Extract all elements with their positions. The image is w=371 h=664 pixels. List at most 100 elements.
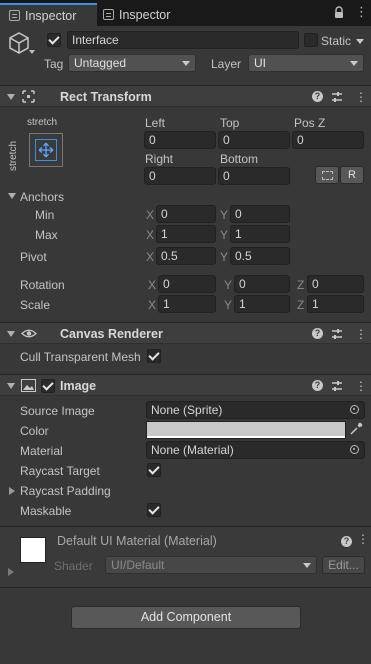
canvas-renderer-header[interactable]: Canvas Renderer ? ⋮ (0, 322, 371, 344)
scale-y-axis: Y (224, 298, 233, 312)
scale-z-input[interactable]: 1 (307, 295, 364, 313)
anchor-presets-button[interactable] (29, 133, 63, 167)
material-field[interactable]: None (Material) (146, 441, 365, 459)
posz-input[interactable]: 0 (292, 131, 364, 149)
component-title: Rect Transform (60, 90, 152, 104)
foldout-arrow-icon[interactable] (7, 94, 15, 100)
min-x-input[interactable]: 0 (156, 205, 216, 223)
pivot-x-input[interactable]: 0.5 (156, 247, 216, 265)
raw-edit-button[interactable]: R (340, 166, 364, 184)
left-label: Left (145, 116, 166, 130)
scale-z-axis: Z (297, 298, 305, 312)
tag-label: Tag (44, 57, 64, 71)
anchor-preset-top-label: stretch (27, 117, 58, 128)
rect-transform-header[interactable]: Rect Transform ? ⋮ (0, 85, 371, 107)
tag-dropdown[interactable]: Untagged (68, 54, 196, 72)
max-y-input[interactable]: 1 (230, 225, 290, 243)
component-menu-icon[interactable]: ⋮ (355, 379, 367, 393)
divider (0, 587, 371, 588)
scale-y-input[interactable]: 1 (234, 295, 290, 313)
rot-y-axis: Y (224, 278, 233, 292)
bottom-input[interactable]: 0 (218, 167, 290, 185)
presets-icon[interactable] (331, 91, 343, 103)
help-icon[interactable]: ? (312, 91, 323, 102)
min-y-axis: Y (220, 208, 229, 222)
object-picker-icon[interactable] (350, 445, 359, 454)
component-menu-icon[interactable]: ⋮ (355, 327, 367, 341)
material-menu-icon[interactable]: ⋮ (357, 532, 369, 546)
maskable-checkbox[interactable] (147, 503, 161, 517)
raycast-padding-label[interactable]: Raycast Padding (20, 484, 111, 498)
image-enabled-checkbox[interactable] (41, 379, 55, 393)
lock-icon[interactable] (334, 6, 344, 19)
inspector-icon (103, 9, 114, 20)
shader-dropdown[interactable]: UI/Default (105, 556, 317, 574)
pivot-x-axis: X (146, 250, 155, 264)
tab-label: Inspector (119, 7, 171, 22)
maskable-label: Maskable (20, 504, 72, 518)
static-dropdown-icon[interactable] (356, 39, 364, 44)
source-image-field[interactable]: None (Sprite) (146, 401, 365, 419)
add-component-button[interactable]: Add Component (71, 606, 301, 629)
gameobject-cube-icon (9, 32, 29, 54)
tab-label: Inspector (25, 8, 77, 23)
raycast-target-label: Raycast Target (20, 464, 100, 478)
layer-dropdown[interactable]: UI (248, 54, 364, 72)
shader-label: Shader (54, 559, 93, 573)
cull-transparent-mesh-checkbox[interactable] (147, 349, 161, 363)
pivot-y-input[interactable]: 0.5 (230, 247, 290, 265)
presets-icon[interactable] (331, 328, 343, 340)
component-title: Canvas Renderer (60, 327, 163, 341)
object-picker-icon[interactable] (350, 405, 359, 414)
eyedropper-icon[interactable] (349, 422, 363, 436)
foldout-arrow-icon[interactable] (7, 383, 15, 389)
help-icon[interactable]: ? (312, 328, 323, 339)
rotation-z-input[interactable]: 0 (307, 275, 364, 293)
color-swatch[interactable] (146, 421, 346, 439)
stretch-arrows-icon (38, 142, 54, 158)
foldout-arrow-icon[interactable] (7, 331, 15, 337)
scale-x-input[interactable]: 1 (158, 295, 216, 313)
image-header[interactable]: Image ? ⋮ (0, 374, 371, 396)
posz-label: Pos Z (294, 116, 326, 130)
image-component-icon (21, 379, 36, 392)
top-label: Top (220, 116, 240, 130)
material-foldout-icon[interactable] (8, 568, 14, 576)
max-x-axis: X (146, 228, 155, 242)
left-input[interactable]: 0 (144, 131, 216, 149)
rotation-x-input[interactable]: 0 (158, 275, 216, 293)
min-y-input[interactable]: 0 (230, 205, 290, 223)
blueprint-icon (322, 171, 333, 180)
max-x-input[interactable]: 1 (156, 225, 216, 243)
layer-label: Layer (211, 57, 242, 71)
help-icon[interactable]: ? (312, 380, 323, 391)
anchors-label: Anchors (20, 190, 65, 204)
eye-icon (21, 329, 37, 338)
material-preview-title: Default UI Material (Material) (57, 534, 217, 548)
bottom-label: Bottom (220, 152, 259, 166)
presets-icon[interactable] (331, 380, 343, 392)
tab-menu-icon[interactable]: ⋮ (355, 4, 368, 20)
rotation-label: Rotation (20, 278, 65, 292)
raycast-padding-foldout-icon[interactable] (9, 487, 15, 495)
right-input[interactable]: 0 (144, 167, 216, 185)
shader-edit-button[interactable]: Edit... (322, 556, 365, 574)
max-y-axis: Y (220, 228, 229, 242)
cull-transparent-mesh-label: Cull Transparent Mesh (20, 350, 141, 364)
raycast-target-checkbox[interactable] (147, 463, 161, 477)
color-label: Color (20, 424, 49, 438)
top-input[interactable]: 0 (218, 131, 290, 149)
tab-inspector-active[interactable]: Inspector (0, 3, 97, 26)
component-menu-icon[interactable]: ⋮ (355, 90, 367, 104)
max-label: Max (35, 228, 58, 242)
anchors-foldout-icon[interactable] (8, 193, 16, 199)
blueprint-mode-button[interactable] (315, 166, 339, 184)
help-icon[interactable]: ? (341, 536, 352, 547)
gameobject-name-input[interactable]: Interface (67, 31, 299, 49)
source-image-label: Source Image (20, 404, 95, 418)
tab-inspector[interactable]: Inspector (99, 3, 199, 26)
static-checkbox[interactable] (304, 33, 318, 47)
rotation-y-input[interactable]: 0 (234, 275, 290, 293)
active-checkbox[interactable] (47, 33, 61, 47)
icon-dropdown-arrow-icon[interactable] (29, 50, 35, 54)
